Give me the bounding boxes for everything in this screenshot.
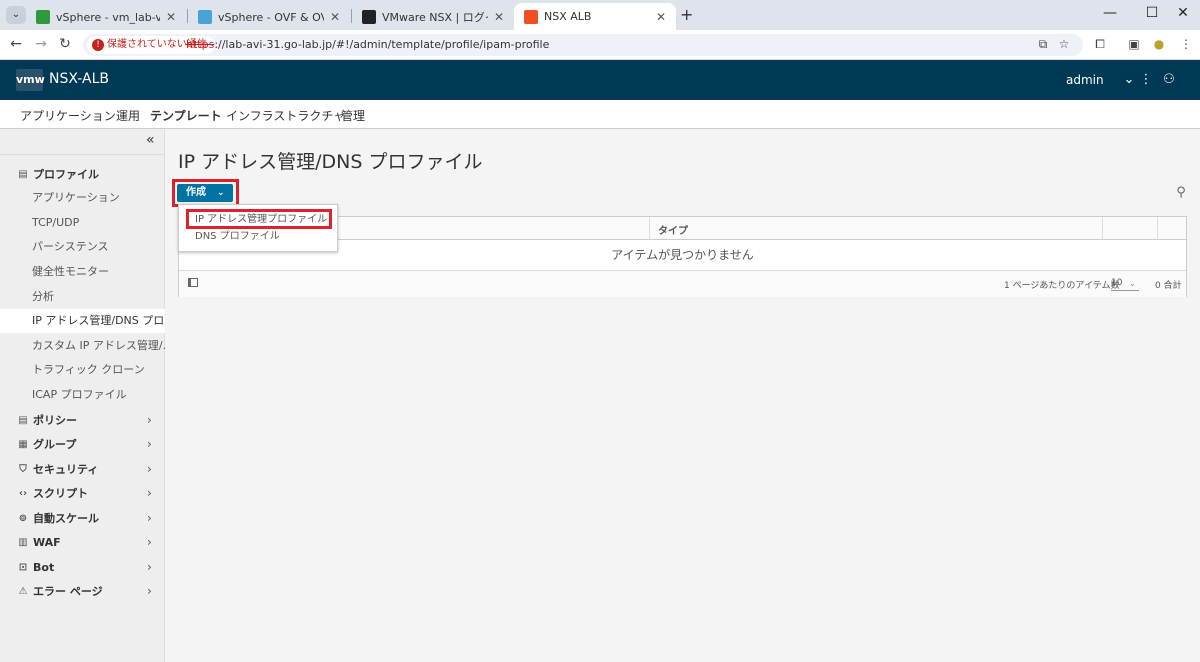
chevron-right-icon: › [147,584,152,598]
more-vertical-icon[interactable]: ⋮ [1139,72,1153,87]
user-menu[interactable]: admin [1066,73,1104,87]
collapse-sidebar-icon[interactable]: « [146,132,155,148]
shield-icon: ⛉ [19,463,27,475]
sidebar-item-ipam-dns[interactable]: IP アドレス管理/DNS プロ... [0,309,165,333]
profile-avatar-icon[interactable]: ● [1151,37,1167,51]
bookmark-star-icon[interactable]: ☆ [1056,37,1072,51]
sidebar-group-error-page[interactable]: ⚠ エラー ページ › [0,579,165,603]
items-per-page-label: 1 ページあたりのアイテム数 [1004,281,1120,291]
tab-infrastructure[interactable]: インフラストラクチャ [226,107,345,129]
close-icon[interactable]: ✕ [330,10,340,24]
code-icon: ‹› [18,487,28,499]
chevron-right-icon: › [147,535,152,549]
vmware-logo: vmw [16,69,45,91]
app-title: NSX-ALB [49,71,109,87]
close-icon[interactable]: ✕ [494,10,504,24]
chevron-right-icon: › [147,437,152,451]
search-icon[interactable]: ⚲ [1173,185,1189,200]
new-tab-button[interactable]: + [680,5,693,24]
sidebar-group-policies[interactable]: ▤ ポリシー › [0,408,165,432]
app-header: vmw NSX-ALB admin ⌄ ⋮ ⚇ [0,60,1200,100]
highlight-ipam-profile [186,209,332,229]
sidebar-item-analytics[interactable]: 分析 [0,285,165,309]
browser-tab-vsphere-vm[interactable]: vSphere - vm_lab-vc-03 - 仮想マ ✕ [26,3,186,30]
group-icon: ▦ [18,438,28,450]
sidebar: « ▤ プロファイル アプリケーション TCP/UDP パーシステンス 健全性モ… [0,129,165,662]
sidebar-group-profiles[interactable]: ▤ プロファイル [0,162,165,186]
items-per-page-select[interactable]: 10 ⌄ [1111,276,1139,291]
reload-button[interactable]: ↻ [56,36,74,52]
bot-icon: ⊡ [18,561,28,573]
user-icon[interactable]: ⚇ [1162,72,1176,87]
main-content: IP アドレス管理/DNS プロファイル 作成 ⌄ ⚲ タイプ アイテムが見つか… [165,129,1200,662]
sidebar-item-traffic-clone[interactable]: トラフィック クローン [0,358,165,382]
window-close-button[interactable]: ✕ [1173,5,1193,21]
main-nav: アプリケーション 運用 テンプレート インフラストラクチャ 管理 [0,100,1200,132]
sidebar-item-persistence[interactable]: パーシステンス [0,235,165,259]
sidebar-group-waf[interactable]: ▥ WAF › [0,530,165,554]
chevron-right-icon: › [147,462,152,476]
sidebar-group-groups[interactable]: ▦ グループ › [0,432,165,456]
browser-tab-strip: ⌄ vSphere - vm_lab-vc-03 - 仮想マ ✕ vSphere… [0,0,1200,30]
browser-tab-vsphere-ovf[interactable]: vSphere - OVF & OVA テンプレー ✕ [188,3,350,30]
chevron-right-icon: › [147,560,152,574]
chevron-right-icon: › [147,486,152,500]
minimize-button[interactable]: — [1100,5,1120,21]
profile-icon: ▤ [18,168,28,180]
avi-favicon [524,9,538,24]
warning-icon: ! [92,39,104,51]
warning-icon: ⚠ [18,585,28,597]
browser-menu-icon[interactable]: ⋮ [1178,37,1194,51]
table-footer: 1 ページあたりのアイテム数 10 ⌄ 0 合計 [179,271,1186,297]
chevron-down-icon: ⌄ [1129,279,1136,288]
close-icon[interactable]: ✕ [166,10,176,24]
sidebar-group-scripts[interactable]: ‹› スクリプト › [0,481,165,505]
total-count: 0 合計 [1155,281,1182,291]
sidebar-item-health-monitor[interactable]: 健全性モニター [0,260,165,284]
chevron-down-icon[interactable]: ⌄ [1122,72,1136,87]
url-text[interactable]: https://lab-avi-31.go-lab.jp/#!/admin/te… [186,38,549,51]
vmware-favicon [362,9,376,24]
sidebar-group-autoscale[interactable]: ⊚ 自動スケール › [0,506,165,530]
extensions-icon[interactable]: ⧠ [1092,37,1108,52]
column-separator [649,217,650,240]
menu-item-dns-profile[interactable]: DNS プロファイル [179,229,337,245]
browser-tab-nsx-alb[interactable]: NSX ALB ✕ [514,3,676,30]
chevron-right-icon: › [147,511,152,525]
back-button[interactable]: ← [7,36,25,52]
tab-search-button[interactable]: ⌄ [6,6,26,24]
sidebar-item-icap[interactable]: ICAP プロファイル [0,383,165,407]
side-panel-icon[interactable]: ▣ [1126,37,1142,51]
vsphere-client-favicon [198,9,212,24]
column-header-type[interactable]: タイプ [658,222,688,237]
page-title: IP アドレス管理/DNS プロファイル [178,151,483,173]
vsphere-favicon [36,9,50,24]
browser-tab-nsx-login[interactable]: VMware NSX | ログイン ✕ [352,3,514,30]
highlight-create-button [172,179,239,207]
column-separator [1157,217,1158,240]
sidebar-item-application[interactable]: アプリケーション [0,186,165,210]
maximize-button[interactable]: ☐ [1142,5,1162,21]
column-separator [1102,217,1103,240]
chevron-right-icon: › [147,413,152,427]
sidebar-divider [0,154,165,155]
policy-icon: ▤ [18,414,28,426]
browser-toolbar: ← → ↻ ! 保護されていない通信 https://lab-avi-31.go… [0,30,1200,60]
tab-applications[interactable]: アプリケーション [20,107,116,129]
address-bar[interactable]: ! 保護されていない通信 https://lab-avi-31.go-lab.j… [83,34,1083,56]
translate-icon[interactable]: ⧉ [1035,37,1051,52]
tab-operations[interactable]: 運用 [116,107,140,129]
tab-administration[interactable]: 管理 [341,107,365,129]
firewall-icon: ▥ [18,536,28,548]
column-toggle-icon[interactable] [188,278,198,287]
sidebar-item-tcp-udp[interactable]: TCP/UDP [0,211,165,235]
sidebar-group-bot[interactable]: ⊡ Bot › [0,555,165,579]
sidebar-group-security[interactable]: ⛉ セキュリティ › [0,457,165,481]
sidebar-item-custom-ipam[interactable]: カスタム IP アドレス管理/... [0,334,165,358]
forward-button[interactable]: → [32,36,50,52]
close-icon[interactable]: ✕ [656,10,666,24]
autoscale-icon: ⊚ [18,512,28,524]
